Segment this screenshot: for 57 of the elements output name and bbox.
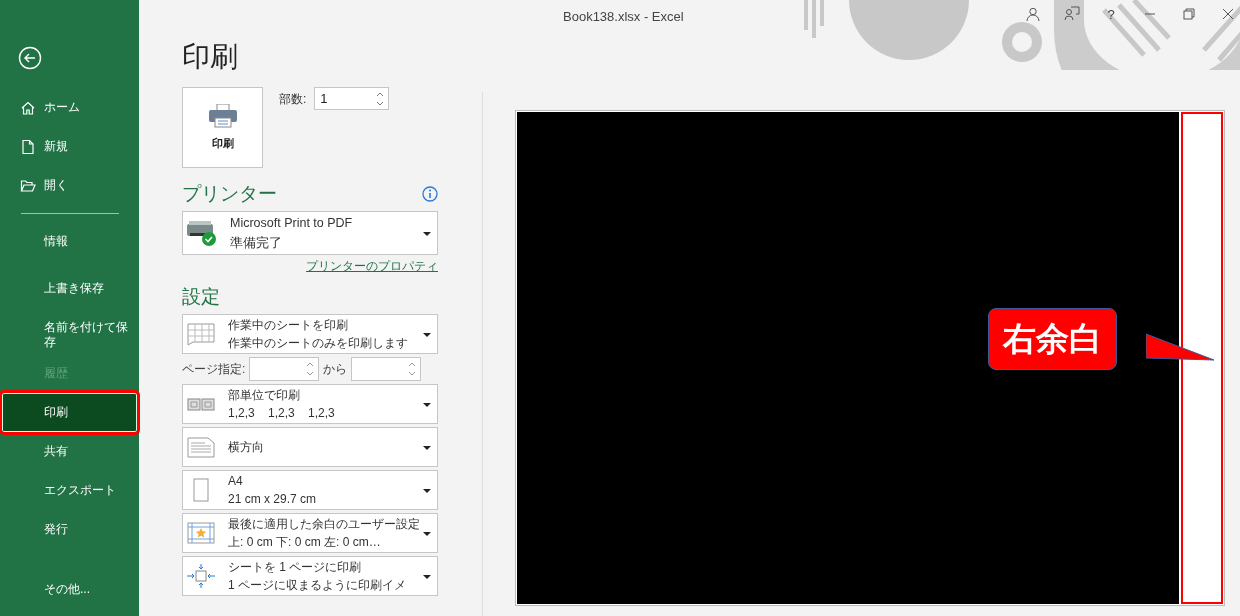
sidebar-item[interactable]: 開く — [0, 166, 139, 205]
setting-dropdown[interactable]: 横方向 — [182, 427, 438, 467]
page-range-label: ページ指定: — [182, 360, 246, 378]
page-to-field[interactable] — [351, 357, 422, 381]
close-icon[interactable] — [1220, 6, 1236, 22]
copies-label: 部数: — [279, 91, 307, 108]
caret-icon — [423, 333, 431, 337]
setting-dropdown[interactable]: 部単位で印刷 1,2,3 1,2,3 1,2,3 — [182, 384, 438, 424]
info-icon[interactable] — [422, 186, 438, 202]
copies-field[interactable]: 1 — [314, 87, 390, 110]
margins-icon — [187, 521, 215, 545]
sidebar-item[interactable]: その他... — [0, 570, 139, 609]
setting-dropdown[interactable]: シートを 1 ページに印刷 1 ページに収まるように印刷イメ — [182, 556, 438, 596]
setting-dropdown[interactable]: 作業中のシートを印刷 作業中のシートのみを印刷します — [182, 314, 438, 354]
printer-icon — [187, 220, 217, 246]
account-icon[interactable] — [1025, 6, 1041, 22]
help-button[interactable]: ? — [1103, 6, 1119, 22]
share-icon[interactable] — [1064, 6, 1080, 22]
window-title: Book138.xlsx - Excel — [563, 9, 684, 24]
page-title: 印刷 — [182, 40, 239, 74]
sidebar-item[interactable]: 印刷 — [2, 393, 137, 432]
print-button[interactable]: 印刷 — [182, 87, 263, 168]
spinner-icon[interactable] — [376, 90, 385, 107]
folder-icon — [20, 177, 36, 194]
sidebar-item[interactable]: 新規 — [0, 127, 139, 166]
setting-dropdown[interactable]: A4 21 cm x 29.7 cm — [182, 470, 438, 510]
fit-to-page-icon — [187, 564, 215, 588]
callout: 右余白 — [988, 308, 1117, 370]
home-icon — [20, 99, 36, 116]
caret-icon — [423, 489, 431, 493]
section-heading: プリンター — [182, 182, 277, 206]
caret-icon — [423, 575, 431, 579]
printer-icon — [207, 104, 238, 128]
caret-icon — [423, 403, 431, 407]
section-heading: 設定 — [182, 285, 221, 309]
sidebar-item[interactable]: 発行 — [0, 510, 139, 549]
sidebar-item[interactable]: ホーム — [0, 88, 139, 127]
restore-icon[interactable] — [1181, 6, 1197, 22]
setting-dropdown[interactable]: 最後に適用した余白のユーザー設定 上: 0 cm 下: 0 cm 左: 0 cm… — [182, 513, 438, 553]
caret-icon — [423, 446, 431, 450]
page-from-field[interactable] — [249, 357, 320, 381]
spinner-icon[interactable] — [306, 361, 315, 377]
sidebar-item[interactable]: 名前を付けて保存 — [0, 315, 139, 354]
sidebar-item[interactable]: エクスポート — [0, 471, 139, 510]
sheet-grid-icon — [187, 322, 215, 346]
document-icon — [20, 138, 36, 155]
landscape-page-icon — [187, 435, 215, 459]
sidebar-item[interactable]: 共有 — [0, 432, 139, 471]
spinner-icon[interactable] — [408, 361, 417, 377]
sidebar-item[interactable]: 上書き保存 — [0, 261, 139, 315]
printer-properties-link[interactable]: プリンターのプロパティ — [306, 258, 438, 275]
printer-dropdown[interactable]: Microsoft Print to PDF 準備完了 — [182, 211, 438, 255]
to-label: から — [323, 360, 348, 378]
sidebar-item[interactable]: 情報 — [0, 222, 139, 261]
back-icon[interactable] — [18, 46, 42, 70]
caret-icon — [423, 532, 431, 536]
caret-icon — [423, 232, 431, 236]
